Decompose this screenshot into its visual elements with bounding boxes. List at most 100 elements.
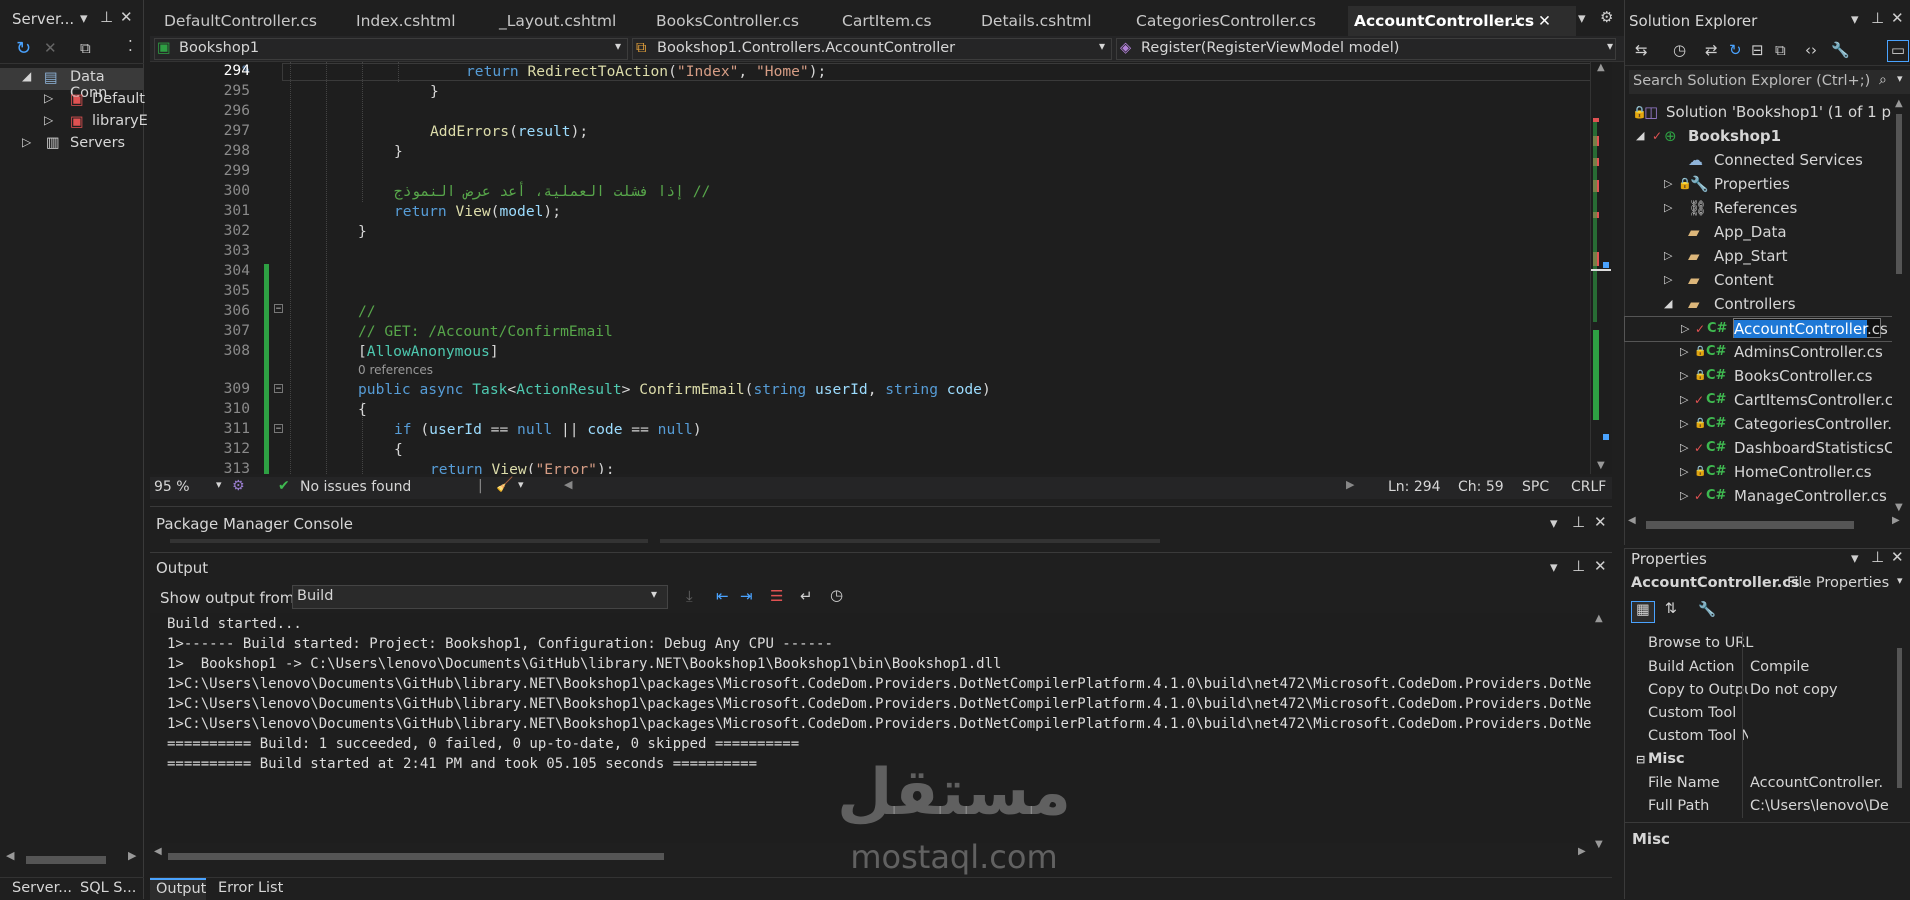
properties-wrench-icon[interactable]: 🔧 (1831, 41, 1850, 59)
sync-icon[interactable]: ⇆ (1635, 41, 1648, 59)
property-row-build-action[interactable]: Build Action Compile (1636, 656, 1910, 679)
settings-icon[interactable]: ⚙ (1600, 8, 1613, 26)
dropdown-icon[interactable]: ▾ (1851, 549, 1859, 567)
close-icon[interactable]: ✕ (1594, 557, 1607, 575)
properties-object-selector[interactable]: AccountController.cs File Properties ▾ (1625, 573, 1910, 597)
copilot-icon[interactable]: ⚙ (232, 478, 245, 494)
line-indicator[interactable]: Ln: 294 (1388, 479, 1441, 495)
tree-row-data-connections[interactable]: ◢ ▤ Data Conn (0, 68, 144, 101)
tab-books-controller[interactable]: BooksController.cs (650, 6, 826, 36)
more-icon[interactable]: ⁚ (128, 37, 133, 55)
pin-icon[interactable]: ⊥ (1511, 6, 1522, 36)
property-row-copy-output[interactable]: Copy to Output DDo not copy (1636, 679, 1910, 702)
solution-horizontal-scrollbar[interactable]: ◀ ▶ (1624, 515, 1910, 532)
clear-all-icon[interactable]: ☰ (770, 587, 783, 605)
tab-details-cshtml[interactable]: Details.cshtml (975, 6, 1131, 36)
tree-row-servers[interactable]: ▷ ▥ Servers (0, 134, 144, 156)
property-row-custom-tool[interactable]: Custom Tool (1636, 702, 1910, 725)
cleanup-brush-icon[interactable]: 🧹 (496, 477, 513, 493)
refresh-icon[interactable]: ↻ (1729, 41, 1742, 59)
close-icon[interactable]: ✕ (1891, 548, 1904, 566)
expand-arrow-icon[interactable]: ▷ (1664, 196, 1672, 220)
expand-arrow-icon[interactable]: ▷ (44, 91, 53, 105)
property-row-file-name[interactable]: File Name AccountController. (1636, 772, 1910, 795)
column-indicator[interactable]: Ch: 59 (1458, 479, 1504, 495)
rename-input[interactable]: AccountController.cs (1733, 318, 1888, 338)
history-icon[interactable]: ◷ (1673, 41, 1686, 59)
properties-scrollbar[interactable] (1894, 632, 1906, 818)
property-grid-divider[interactable] (1742, 632, 1743, 818)
tab-sql-server[interactable]: SQL S... (80, 880, 136, 896)
preview-icon[interactable]: ▭ (1887, 40, 1909, 62)
alphabetical-icon[interactable]: ⇅ (1659, 601, 1683, 623)
dropdown-icon[interactable]: ▾ (80, 9, 88, 27)
tab-index-cshtml[interactable]: Index.cshtml (350, 6, 496, 36)
expand-arrow-icon[interactable]: ▷ (1681, 317, 1689, 341)
project-dropdown[interactable]: ▣ Bookshop1 ▾ (154, 38, 628, 60)
solution-search-box[interactable]: Search Solution Explorer (Ctrl+;) ⌕ ▾ (1629, 70, 1910, 94)
tree-row-account-controller-rename[interactable]: ▷ ✓ C# AccountController.cs (1624, 316, 1892, 342)
expand-arrow-icon[interactable]: ▷ (1680, 484, 1688, 508)
expand-arrow-icon[interactable]: ▷ (1680, 412, 1688, 436)
tree-row-default[interactable]: ▷ ▣ Default (0, 90, 145, 112)
property-row-browse-url[interactable]: Browse to URL (1636, 632, 1910, 655)
tab-error-list[interactable]: Error List (218, 880, 283, 896)
expand-arrow-icon[interactable]: ▷ (1664, 244, 1672, 268)
tab-server-explorer[interactable]: Server... (12, 880, 72, 896)
tab-dropdown-icon[interactable]: ▾ (1578, 9, 1586, 27)
expand-arrow-icon[interactable]: ▷ (1680, 340, 1688, 364)
code-lens-references[interactable]: 0 references (358, 360, 433, 380)
whitespace-indicator[interactable]: SPC (1522, 479, 1549, 495)
refresh-icon[interactable]: ↻ (16, 38, 31, 59)
member-dropdown[interactable]: ◈ Register(RegisterViewModel model) ▾ (1116, 38, 1616, 60)
issues-status[interactable]: No issues found (300, 479, 411, 495)
expand-arrow-icon[interactable]: ▷ (1680, 364, 1688, 388)
pending-changes-icon[interactable]: ⇄ (1705, 41, 1718, 59)
property-row-full-path[interactable]: Full Path C:\Users\lenovo\De (1636, 795, 1910, 818)
tab-output[interactable]: Output (150, 878, 206, 900)
dropdown-icon[interactable]: ▾ (1550, 514, 1558, 532)
prev-message-icon[interactable]: ⇤ (716, 587, 729, 605)
word-wrap-icon[interactable]: ↵ (800, 587, 813, 605)
collapse-all-icon[interactable]: ⊟ (1751, 41, 1764, 59)
tab-cartitem[interactable]: CartItem.cs (836, 6, 967, 36)
pin-icon[interactable]: ⊥ (1871, 9, 1884, 27)
editor-vertical-scrollbar[interactable]: ▲ ▼ (1590, 62, 1612, 474)
tab-account-controller[interactable]: AccountController.cs ⊥ ✕ (1348, 6, 1576, 36)
pin-icon[interactable]: ⊥ (1871, 548, 1884, 566)
collapse-arrow-icon[interactable]: ◢ (22, 69, 31, 83)
code-editor[interactable]: ✎ 294 295 296 297 298 299 300 301 302 30… (150, 62, 1590, 474)
horizontal-scrollbar[interactable]: ◀ ▶ (0, 849, 144, 866)
property-pages-icon[interactable]: 🔧 (1695, 601, 1719, 623)
pin-icon[interactable]: ⊥ (100, 8, 113, 26)
scroll-left-icon[interactable]: ◀ (564, 478, 572, 491)
next-message-icon[interactable]: ⇥ (740, 587, 753, 605)
expand-arrow-icon[interactable]: ▷ (44, 113, 53, 127)
pin-icon[interactable]: ⊥ (1572, 557, 1585, 575)
close-icon[interactable]: ✕ (1891, 9, 1904, 27)
property-row-custom-tool-namespace[interactable]: Custom Tool Nam (1636, 725, 1910, 748)
collapse-arrow-icon[interactable]: ◢ (1664, 292, 1672, 316)
close-tab-icon[interactable]: ✕ (1538, 6, 1551, 36)
output-vertical-scrollbar[interactable]: ▲ ▼ (1592, 613, 1608, 853)
close-icon[interactable]: ✕ (120, 8, 133, 26)
expand-arrow-icon[interactable]: ▷ (1680, 460, 1688, 484)
collapse-arrow-icon[interactable]: ◢ (1636, 124, 1644, 148)
pin-icon[interactable]: ⊥ (1572, 513, 1585, 531)
dropdown-icon[interactable]: ▾ (1550, 558, 1558, 576)
tree-row-library[interactable]: ▷ ▣ libraryE (0, 112, 148, 134)
stop-icon[interactable]: ✕ (44, 39, 57, 57)
show-all-files-icon[interactable]: ⧉ (1775, 41, 1786, 59)
go-to-message-icon[interactable]: ⤓ (686, 587, 693, 605)
expand-arrow-icon[interactable]: ▷ (1664, 172, 1672, 196)
tab-default-controller[interactable]: DefaultController.cs (158, 6, 354, 36)
line-ending-indicator[interactable]: CRLF (1571, 479, 1606, 495)
connect-database-icon[interactable]: ⧉ (80, 39, 91, 57)
fold-icon[interactable]: − (274, 424, 283, 434)
categorized-icon[interactable]: ▦ (1631, 601, 1655, 623)
clock-icon[interactable]: ◷ (830, 586, 843, 604)
tab-layout-cshtml[interactable]: _Layout.cshtml (493, 6, 647, 36)
tab-categories-controller[interactable]: CategoriesController.cs (1130, 6, 1334, 36)
solution-vertical-scrollbar[interactable]: ▲ ▼ (1892, 98, 1908, 518)
chevron-down-icon[interactable]: ▾ (518, 478, 524, 491)
